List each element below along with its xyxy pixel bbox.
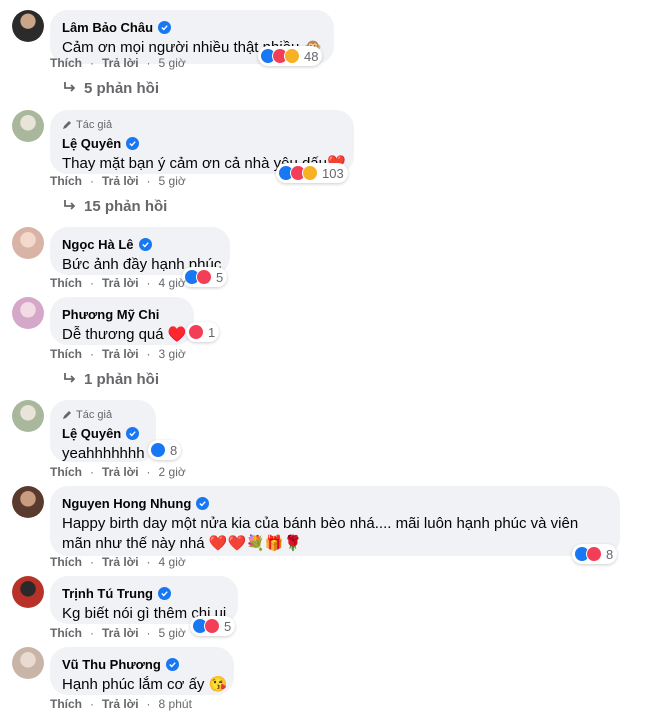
like-button[interactable]: Thích (50, 626, 82, 640)
author-tag: Tác giả (76, 409, 113, 421)
comment-actions: Thích · Trả lời · 8 phút (50, 697, 192, 711)
reaction-count: 5 (216, 269, 224, 285)
avatar[interactable] (12, 10, 44, 42)
reaction-summary[interactable]: 5 (190, 616, 236, 636)
love-icon (204, 618, 220, 634)
comment-actions: Thích · Trả lời · 5 giờ (50, 174, 186, 188)
view-replies-link[interactable]: 5 phản hồi (62, 78, 159, 98)
comment-text: Happy birth day một nửa kia của bánh bèo… (62, 515, 579, 552)
reply-arrow-icon (64, 373, 76, 383)
author-name[interactable]: Phương Mỹ Chi (62, 307, 159, 322)
reply-button[interactable]: Trả lời (102, 555, 139, 569)
reply-button[interactable]: Trả lời (102, 347, 139, 361)
avatar[interactable] (12, 647, 44, 679)
avatar[interactable] (12, 486, 44, 518)
comment-text: Dễ thương quá ♥️ (62, 326, 187, 343)
reaction-count: 48 (304, 48, 319, 64)
comment-bubble: Vũ Thu Phương Hạnh phúc lắm cơ ấy 😘 (50, 647, 234, 695)
view-replies-link[interactable]: 1 phản hồi (62, 369, 159, 389)
reply-button[interactable]: Trả lời (102, 56, 139, 70)
replies-count: 5 phản hồi (84, 79, 159, 97)
comment-actions: Thích · Trả lời · 2 giờ (50, 465, 186, 479)
love-icon (586, 546, 602, 562)
reaction-count: 1 (208, 324, 216, 340)
pencil-icon (63, 121, 71, 129)
author-name[interactable]: Lệ Quyên (62, 426, 121, 441)
author-tag: Tác giả (76, 119, 113, 131)
verified-badge-icon (165, 657, 179, 671)
reply-arrow-icon (64, 200, 76, 210)
comment-bubble: Tác giả Lệ Quyên yeahhhhhhh (50, 400, 156, 462)
reaction-count: 8 (606, 546, 614, 562)
verified-badge-icon (158, 586, 171, 600)
comment-text: Hạnh phúc lắm cơ ấy 😘 (62, 676, 228, 693)
author-name[interactable]: Ngọc Hà Lê (62, 237, 134, 252)
timestamp[interactable]: 4 giờ (159, 555, 186, 569)
comment-actions: Thích · Trả lời · 5 giờ (50, 56, 186, 70)
avatar[interactable] (12, 110, 44, 142)
author-name[interactable]: Vũ Thu Phương (62, 657, 161, 672)
comment-actions: Thích · Trả lời · 5 giờ (50, 626, 186, 640)
timestamp[interactable]: 3 giờ (159, 347, 186, 361)
timestamp[interactable]: 5 giờ (159, 174, 186, 188)
author-badge: Tác giả (62, 408, 144, 422)
reaction-summary[interactable]: 8 (572, 544, 618, 564)
like-button[interactable]: Thích (50, 174, 82, 188)
care-icon (302, 165, 318, 181)
reply-button[interactable]: Trả lời (102, 626, 139, 640)
replies-count: 15 phản hồi (84, 197, 168, 215)
reaction-summary[interactable]: 48 (258, 46, 323, 66)
reply-button[interactable]: Trả lời (102, 465, 139, 479)
reaction-summary[interactable]: 8 (148, 440, 182, 460)
avatar[interactable] (12, 227, 44, 259)
verified-badge-icon (126, 426, 140, 440)
author-name[interactable]: Lệ Quyên (62, 136, 121, 151)
avatar[interactable] (12, 297, 44, 329)
like-button[interactable]: Thích (50, 56, 82, 70)
reply-arrow-icon (64, 82, 76, 92)
reply-button[interactable]: Trả lời (102, 174, 139, 188)
timestamp[interactable]: 5 giờ (159, 56, 186, 70)
author-name[interactable]: Nguyen Hong Nhung (62, 496, 191, 511)
view-replies-link[interactable]: 15 phản hồi (62, 196, 167, 216)
like-button[interactable]: Thích (50, 555, 82, 569)
love-icon (188, 324, 204, 340)
reaction-count: 5 (224, 618, 232, 634)
verified-badge-icon (126, 136, 140, 150)
reaction-count: 8 (170, 442, 178, 458)
avatar[interactable] (12, 400, 44, 432)
reaction-summary[interactable]: 103 (276, 163, 348, 183)
care-icon (284, 48, 300, 64)
timestamp[interactable]: 2 giờ (159, 465, 186, 479)
verified-badge-icon (158, 20, 172, 34)
reaction-summary[interactable]: 5 (182, 267, 228, 287)
avatar[interactable] (12, 576, 44, 608)
timestamp[interactable]: 4 giờ (159, 276, 186, 290)
like-icon (150, 442, 166, 458)
timestamp[interactable]: 5 giờ (159, 626, 186, 640)
like-button[interactable]: Thích (50, 276, 82, 290)
author-badge: Tác giả (62, 118, 342, 132)
replies-count: 1 phản hồi (84, 370, 159, 388)
reply-button[interactable]: Trả lời (102, 276, 139, 290)
love-icon (196, 269, 212, 285)
like-button[interactable]: Thích (50, 347, 82, 361)
author-name[interactable]: Lâm Bảo Châu (62, 20, 153, 35)
like-button[interactable]: Thích (50, 465, 82, 479)
comment-actions: Thích · Trả lời · 3 giờ (50, 347, 186, 361)
comment-actions: Thích · Trả lời · 4 giờ (50, 276, 186, 290)
verified-badge-icon (196, 496, 210, 510)
reaction-summary[interactable]: 1 (186, 322, 220, 342)
pencil-icon (63, 411, 71, 419)
author-name[interactable]: Trịnh Tú Trung (62, 586, 153, 601)
timestamp[interactable]: 8 phút (159, 697, 192, 711)
reply-button[interactable]: Trả lời (102, 697, 139, 711)
comment-bubble: Nguyen Hong Nhung Happy birth day một nử… (50, 486, 620, 556)
verified-badge-icon (138, 237, 152, 251)
comment-text: yeahhhhhhh (62, 445, 145, 462)
comment-bubble: Phương Mỹ Chi Dễ thương quá ♥️ (50, 297, 194, 345)
comment-actions: Thích · Trả lời · 4 giờ (50, 555, 186, 569)
reaction-count: 103 (322, 165, 344, 181)
like-button[interactable]: Thích (50, 697, 82, 711)
